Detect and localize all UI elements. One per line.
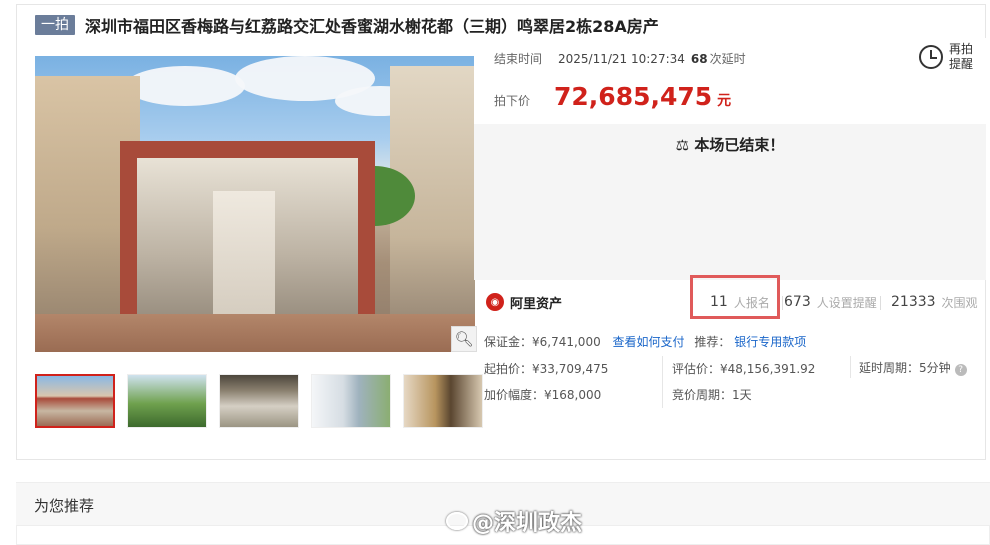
recommend-title: 为您推荐 <box>34 497 95 515</box>
views-stat: 21333 次围观 <box>891 281 978 323</box>
reminders-label: 人设置提醒 <box>816 295 877 310</box>
bid-increment: 加价幅度：¥168,000 <box>484 388 602 402</box>
brand-name: 阿里资产 <box>510 296 563 312</box>
bid-period: 竞价周期：1天 <box>672 388 752 402</box>
cloud <box>125 66 245 106</box>
start-price: 起拍价：¥33,709,475 <box>484 362 609 376</box>
how-to-pay-link[interactable]: 查看如何支付 <box>613 335 685 349</box>
thumbnail-5[interactable] <box>403 374 483 428</box>
plaza <box>35 314 475 352</box>
ended-text: 本场已结束！ <box>694 136 785 154</box>
thumbnail-3[interactable] <box>219 374 299 428</box>
stats-row: ◉ 阿里资产 11 人报名 673 人设置提醒 21333 次围观 <box>474 275 986 323</box>
alarm-clock-icon <box>918 45 943 69</box>
divider <box>782 296 783 310</box>
magnifier-icon[interactable]: 🔍︎ <box>451 326 477 352</box>
auction-round-badge: 一拍 <box>35 15 75 35</box>
price-block: 结束时间 2025/11/21 10:27:34 68 次延时 再拍 提醒 拍下… <box>474 38 986 126</box>
gavel-icon: ⚖︎ <box>675 136 690 154</box>
thumbnail-4[interactable] <box>311 374 391 428</box>
delay-label: 次延时 <box>709 52 746 66</box>
title-row: 一拍 深圳市福田区香梅路与红荔路交汇处香蜜湖水榭花都（三期）鸣翠居2栋28A房产 <box>35 14 659 36</box>
property-title: 深圳市福田区香梅路与红荔路交汇处香蜜湖水榭花都（三期）鸣翠居2栋28A房产 <box>85 17 659 36</box>
auction-ended-message: ⚖︎ 本场已结束！ <box>474 134 986 155</box>
recommend-label: 推荐： <box>694 335 731 349</box>
ali-assets-logo-icon: ◉ <box>486 293 504 311</box>
deposit-value: 保证金：¥6,741,000 <box>484 335 601 349</box>
question-icon[interactable]: ? <box>954 364 967 376</box>
remind-label-1: 再拍 <box>948 42 973 56</box>
reminders-count: 673 <box>784 294 811 310</box>
weibo-watermark: @深圳政杰 <box>446 505 582 537</box>
appraisal-price: 评估价：¥48,156,391.92 <box>672 362 816 376</box>
deposit-row: 保证金：¥6,741,000 查看如何支付 推荐： 银行专用款项 <box>484 333 806 350</box>
main-photo[interactable] <box>35 56 475 352</box>
signups-highlight-box <box>690 275 780 319</box>
delay-period: 延时周期：5分钟 <box>859 361 951 375</box>
delay-period-row: 延时周期：5分钟? <box>859 359 967 376</box>
end-time-row: 结束时间 2025/11/21 10:27:34 68 次延时 <box>494 50 746 67</box>
delay-count: 68 <box>690 51 708 66</box>
divider <box>880 296 881 310</box>
end-time-label: 结束时间 <box>494 52 543 66</box>
reminders-stat: 673 人设置提醒 <box>784 281 877 323</box>
auction-panel: 结束时间 2025/11/21 10:27:34 68 次延时 再拍 提醒 拍下… <box>474 38 986 319</box>
thumbnail-2[interactable] <box>127 374 207 428</box>
divider <box>662 356 663 408</box>
auction-ended-panel: ⚖︎ 本场已结束！ <box>474 124 986 280</box>
end-time-value: 2025/11/21 10:27:34 <box>558 51 685 66</box>
currency-unit: 元 <box>717 93 732 109</box>
final-price-value: 72,685,475 <box>554 82 713 111</box>
bank-funds-link[interactable]: 银行专用款项 <box>734 335 806 349</box>
final-price-label: 拍下价 <box>494 94 531 108</box>
weibo-icon <box>446 512 468 530</box>
thumbnail-strip <box>35 374 495 428</box>
views-count: 21333 <box>891 294 936 310</box>
divider <box>850 356 851 378</box>
remind-label-2: 提醒 <box>948 57 973 71</box>
final-price-row: 拍下价 72,685,475 元 <box>494 82 731 111</box>
re-auction-remind-button[interactable]: 再拍 提醒 <box>918 42 973 72</box>
views-label: 次围观 <box>941 295 978 310</box>
thumbnail-1[interactable] <box>35 374 115 428</box>
watermark-text: @深圳政杰 <box>472 511 583 536</box>
